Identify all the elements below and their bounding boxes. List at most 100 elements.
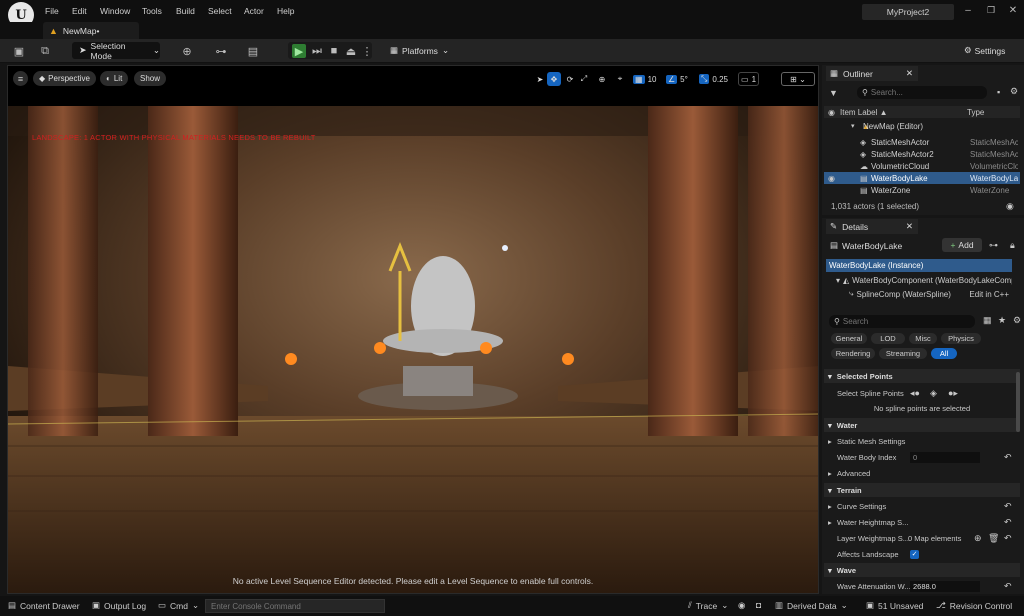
unsaved-button[interactable]: ▣ 51 Unsaved <box>866 600 923 611</box>
minimize-icon[interactable]: – <box>961 5 975 16</box>
restore-icon[interactable]: ❐ <box>984 5 998 16</box>
outliner-row[interactable]: ☁ VolumetricCloud VolumetricCloud <box>824 160 1020 172</box>
affects-landscape-checkbox[interactable]: ✓ <box>910 549 919 559</box>
visibility-icon[interactable]: ◉ <box>828 174 835 183</box>
selection-mode-dropdown[interactable]: ➤ Selection Mode ⌄ <box>72 41 160 61</box>
outliner-search-input[interactable] <box>870 88 979 97</box>
outliner-row-selected[interactable]: ◉ ▤ WaterBodyLake WaterBodyLake <box>824 172 1020 184</box>
spline-row[interactable]: ⤷ SplineComp (WaterSpline) Edit in C++ <box>849 288 1009 300</box>
reset-icon[interactable]: ↶ <box>1004 452 1012 463</box>
world-space-icon[interactable]: ⊕ <box>595 72 609 86</box>
water-heightmap-row[interactable]: ▸ Water Heightmap S... ↶ <box>824 514 1020 530</box>
menu-actor[interactable]: Actor <box>244 6 264 16</box>
gear-icon[interactable]: ⚙ <box>1010 86 1018 97</box>
menu-window[interactable]: Window <box>100 6 130 16</box>
cinematics-icon[interactable]: ▤ <box>246 44 260 58</box>
step-icon[interactable]: ⏭ <box>310 44 324 58</box>
tab-details[interactable]: ✎ Details ✕ <box>826 219 918 234</box>
scale-tool-icon[interactable]: ⤢ <box>577 72 591 86</box>
category-lod[interactable]: LOD <box>871 333 905 344</box>
menu-help[interactable]: Help <box>277 6 294 16</box>
edit-cpp-link[interactable]: Edit in C++ <box>969 290 1009 299</box>
details-scrollbar[interactable] <box>1016 372 1020 432</box>
select-next-icon[interactable]: ●▸ <box>948 388 958 399</box>
gear-icon[interactable]: ⚙ <box>1013 315 1021 326</box>
close-icon[interactable]: ✕ <box>906 221 913 232</box>
surface-snap-icon[interactable]: ⌖ <box>613 72 627 86</box>
lit-button[interactable]: ◐ Lit <box>100 71 129 86</box>
reset-icon[interactable]: ↶ <box>1004 533 1012 544</box>
category-physics[interactable]: Physics <box>941 333 981 344</box>
component-row[interactable]: ▾ ◭ WaterBodyComponent (WaterBodyLakeCom… <box>836 274 1012 286</box>
level-viewport[interactable] <box>7 65 819 594</box>
wave-attenuation-field[interactable]: 2688.0 <box>910 580 980 592</box>
camera-icon[interactable]: ◘ <box>756 600 761 610</box>
section-wave[interactable]: ▾ Wave <box>824 563 1020 577</box>
outliner-row[interactable]: ◈ StaticMeshActor2 StaticMeshActor <box>824 148 1020 160</box>
menu-tools[interactable]: Tools <box>142 6 162 16</box>
add-actor-icon[interactable]: ⊕ <box>180 44 194 58</box>
filter-icon[interactable]: ▼ <box>829 88 838 98</box>
settings-button[interactable]: ⚙ Settings <box>964 42 1005 59</box>
section-water[interactable]: ▾ Water <box>824 418 1020 432</box>
add-element-icon[interactable]: ⊕ <box>974 533 982 544</box>
console-input[interactable] <box>205 599 385 613</box>
select-tool-icon[interactable]: ➤ <box>533 72 547 86</box>
rotate-tool-icon[interactable]: ⟳ <box>563 72 577 86</box>
menu-file[interactable]: File <box>45 6 59 16</box>
component-instance-row[interactable]: WaterBodyLake (Instance) <box>826 259 1012 272</box>
menu-edit[interactable]: Edit <box>72 6 87 16</box>
reset-icon[interactable]: ↶ <box>1004 501 1012 512</box>
trash-icon[interactable]: 🗑︎ <box>988 533 999 544</box>
content-drawer-button[interactable]: ▤ Content Drawer <box>8 600 80 611</box>
outliner-row[interactable]: ▤ WaterZone WaterZone <box>824 184 1020 196</box>
category-all[interactable]: All <box>931 348 957 359</box>
static-mesh-settings-row[interactable]: ▸ Static Mesh Settings <box>824 433 1020 449</box>
perspective-button[interactable]: ◆ Perspective <box>33 71 96 86</box>
category-streaming[interactable]: Streaming <box>879 348 927 359</box>
details-search[interactable]: ⚲ <box>829 315 975 328</box>
viewport-menu-icon[interactable]: ≡ <box>13 71 28 86</box>
type-column[interactable]: Type <box>967 108 984 117</box>
menu-build[interactable]: Build <box>176 6 195 16</box>
derived-data-button[interactable]: ▥ Derived Data ⌄ <box>775 600 848 611</box>
select-prev-icon[interactable]: ◂● <box>910 388 920 399</box>
lock-icon[interactable]: 🔒︎ <box>1010 240 1015 251</box>
tab-newmap[interactable]: ▲ NewMap• <box>43 22 139 39</box>
show-button[interactable]: Show <box>134 71 167 86</box>
close-icon[interactable]: ✕ <box>906 68 913 79</box>
select-all-icon[interactable]: ◈ <box>930 388 937 399</box>
star-icon[interactable]: ★ <box>998 315 1006 326</box>
advanced-row[interactable]: ▸ Advanced <box>824 465 1020 481</box>
rotation-snap-toggle[interactable]: ∠ 5° <box>664 72 690 86</box>
translate-tool-icon[interactable]: ✥ <box>547 72 561 86</box>
section-terrain[interactable]: ▾ Terrain <box>824 483 1020 497</box>
tab-outliner[interactable]: ▦ Outliner ✕ <box>826 66 918 81</box>
viewport-layout-icon[interactable]: ⊞ ⌄ <box>781 72 815 86</box>
table-view-icon[interactable]: ▦ <box>983 315 992 326</box>
item-label-column[interactable]: Item Label ▲ <box>840 108 888 117</box>
details-search-input[interactable] <box>842 317 963 326</box>
eject-icon[interactable]: ⏏ <box>344 44 358 58</box>
record-icon[interactable]: ◉ <box>738 600 745 611</box>
output-log-button[interactable]: ▣ Output Log <box>92 600 146 611</box>
category-rendering[interactable]: Rendering <box>831 348 875 359</box>
outliner-search[interactable]: ⚲ <box>857 86 987 99</box>
scale-snap-toggle[interactable]: ⤡ 0.25 <box>697 72 730 86</box>
more-options-icon[interactable]: ⋮ <box>360 44 374 58</box>
category-misc[interactable]: Misc <box>909 333 937 344</box>
outliner-row[interactable]: ◈ StaticMeshActor StaticMeshActor <box>824 136 1020 148</box>
trace-button[interactable]: ⫽ Trace ⌄ <box>688 600 728 611</box>
water-body-index-field[interactable]: 0 <box>910 451 980 463</box>
blueprint-icon[interactable]: ⊶ <box>989 240 998 251</box>
section-selected-points[interactable]: ▾ Selected Points <box>824 369 1020 383</box>
category-general[interactable]: General <box>831 333 867 344</box>
save-icon[interactable]: ▣ <box>12 44 26 58</box>
cmd-dropdown[interactable]: ▭ Cmd ⌄ <box>158 600 199 611</box>
play-icon[interactable]: ▶ <box>292 44 306 58</box>
curve-settings-row[interactable]: ▸ Curve Settings ↶ <box>824 498 1020 514</box>
stop-icon[interactable]: ■ <box>327 44 341 58</box>
outliner-root[interactable]: ▾ ▲ NewMap (Editor) <box>824 120 1020 132</box>
close-icon[interactable]: ✕ <box>1006 5 1020 16</box>
camera-speed-button[interactable]: ▭ 1 <box>738 72 760 86</box>
